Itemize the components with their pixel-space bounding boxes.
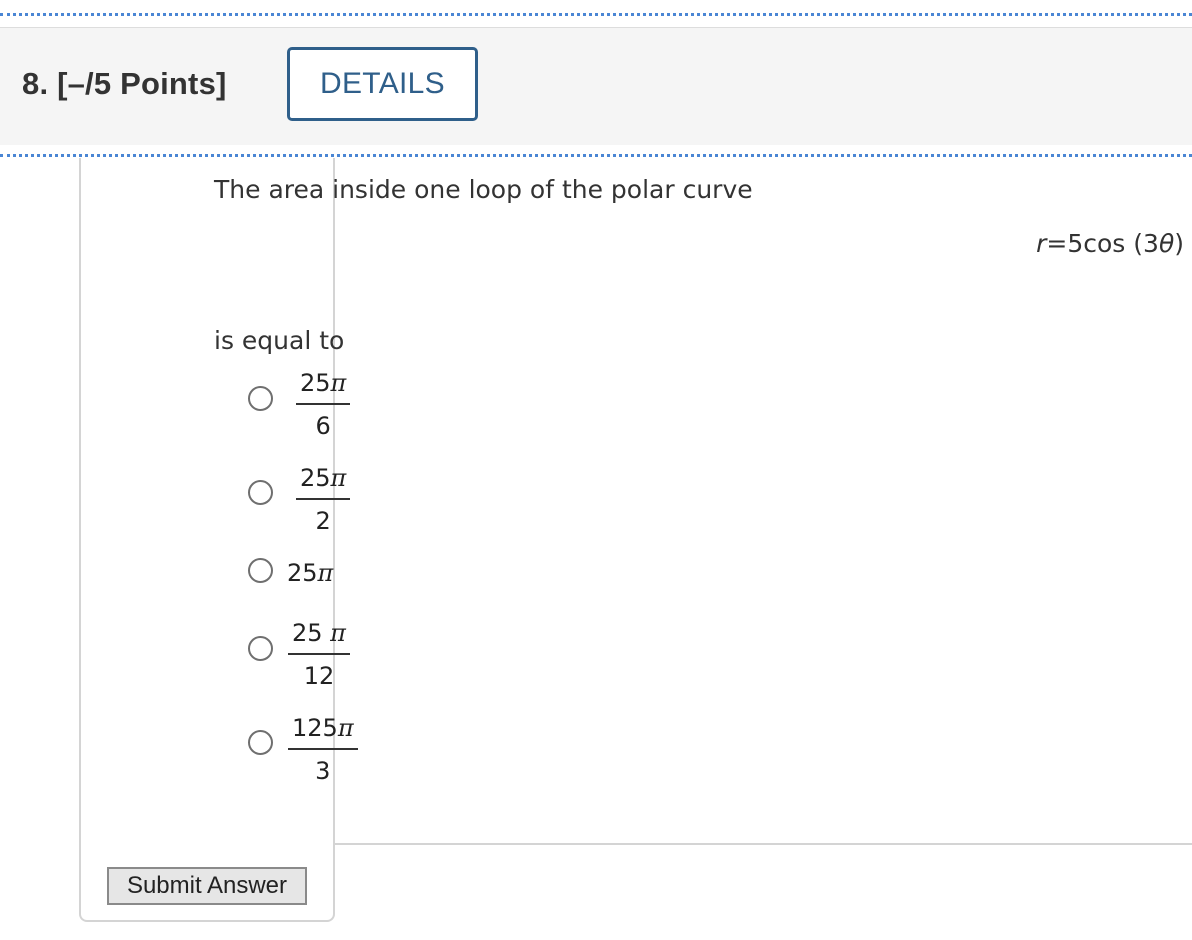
pi-symbol: π (330, 369, 347, 397)
answer-coefficient: 25 (287, 559, 318, 587)
equation-theta: θ (1158, 229, 1175, 258)
pi-symbol: π (330, 464, 347, 492)
answer-denominator: 2 (315, 507, 331, 535)
numerator-coefficient: 25 (300, 464, 331, 492)
question-content-frame (79, 158, 335, 922)
answer-denominator: 6 (315, 412, 331, 440)
answer-denominator: 12 (303, 662, 335, 690)
submit-answer-button[interactable]: Submit Answer (107, 867, 307, 905)
polar-equation: r=5cos (3θ) (1036, 229, 1184, 258)
dotted-divider-top (0, 13, 1192, 16)
equation-rhs-end: ) (1174, 229, 1184, 258)
question-title: 8. [–/5 Points] (22, 66, 227, 101)
answer-option-1: 25π 6 (296, 369, 351, 440)
answer-radio-3[interactable] (248, 558, 273, 583)
answer-option-3: 25π (287, 559, 333, 587)
answer-radio-2[interactable] (248, 480, 273, 505)
question-after-text: is equal to (214, 326, 345, 355)
answer-numerator: 25 π (288, 619, 350, 653)
answer-radio-4[interactable] (248, 636, 273, 661)
numerator-coefficient: 25 (300, 369, 331, 397)
pi-symbol: π (330, 619, 346, 647)
answer-option-2: 25π 2 (296, 464, 351, 535)
details-button[interactable]: DETAILS (287, 47, 478, 121)
answer-denominator: 3 (315, 757, 331, 785)
equation-variable-r: r (1036, 229, 1047, 258)
answer-numerator: 25π (296, 464, 350, 498)
pi-symbol: π (337, 714, 354, 742)
pi-symbol: π (317, 559, 334, 587)
answer-option-4: 25 π 12 (288, 619, 350, 690)
dotted-divider-bottom (0, 154, 1192, 157)
answer-radio-1[interactable] (248, 386, 273, 411)
numerator-coefficient: 125 (292, 714, 338, 742)
answer-numerator: 25π (296, 369, 350, 403)
answer-radio-5[interactable] (248, 730, 273, 755)
question-prompt: The area inside one loop of the polar cu… (214, 175, 753, 204)
answer-numerator: 125π (288, 714, 358, 748)
equation-rhs-start: =5cos (3 (1046, 229, 1159, 258)
numerator-coefficient: 25 (292, 619, 331, 647)
question-page: 8. [–/5 Points] DETAILS The area inside … (0, 0, 1192, 940)
answer-option-5: 125π 3 (288, 714, 358, 785)
frame-divider-line (335, 843, 1192, 845)
